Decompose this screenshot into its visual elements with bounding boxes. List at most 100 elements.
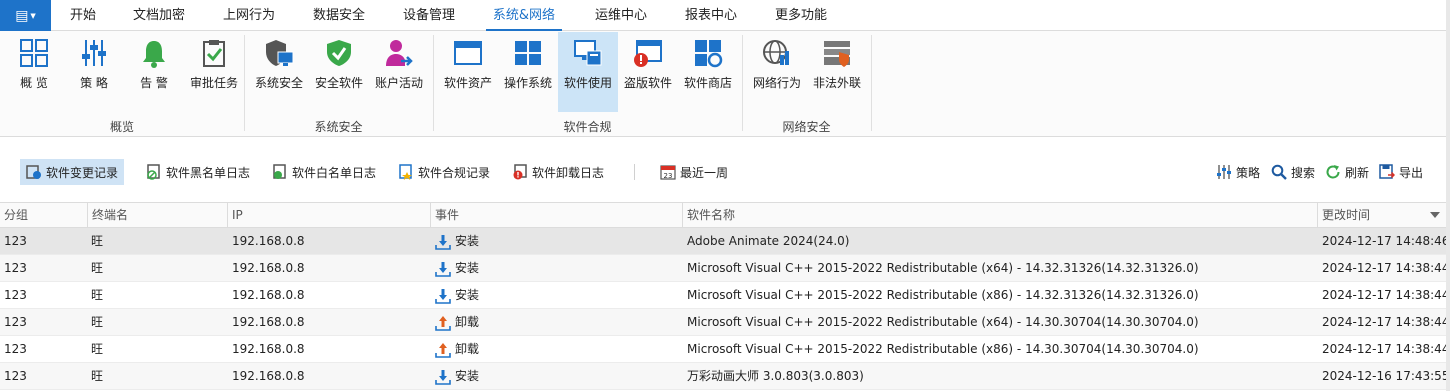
sub-toolbar: 软件变更记录 软件黑名单日志 软件白名单日志 软件合规记录 软件卸载日志 23 … <box>0 154 1450 190</box>
table-row[interactable]: 123 旺 192.168.0.8 安装 Adobe Animate 2024(24.0… <box>0 228 1450 255</box>
cell-event: 安装 <box>435 363 675 390</box>
cell-ip: 192.168.0.8 <box>232 342 305 356</box>
column-header-time-label: 更改时间 <box>1322 208 1371 222</box>
cell-group: 123 <box>4 315 27 329</box>
cell-group: 123 <box>4 261 27 275</box>
ribbon-label: 安全软件 <box>314 76 363 90</box>
whitelist-icon <box>273 164 286 179</box>
search-icon <box>1271 164 1287 180</box>
app-menu-button[interactable]: ▤ ▼ <box>0 0 51 31</box>
blacklist-icon <box>147 164 160 180</box>
ribbon-approval[interactable]: 审批任务 <box>184 32 244 112</box>
cell-time: 2024-12-16 17:43:55 <box>1322 369 1446 383</box>
cell-terminal: 旺 <box>91 261 104 275</box>
ribbon-illegal-outreach[interactable]: 非法外联 <box>807 32 867 112</box>
menu-tab-system-network[interactable]: 系统&网络 <box>486 0 562 31</box>
event-label: 安装 <box>455 234 480 248</box>
ribbon-separator <box>742 35 743 131</box>
ribbon-label: 审批任务 <box>189 76 238 90</box>
toolbar-separator <box>634 164 635 180</box>
table-row[interactable]: 123 旺 192.168.0.8 安装 万彩动画大师 3.0.803(3.0.803)… <box>0 363 1450 390</box>
cell-time: 2024-12-17 14:38:44 <box>1322 342 1446 356</box>
table-row[interactable]: 123 旺 192.168.0.8 安装 Microsoft Visual C++ 20… <box>0 282 1450 309</box>
table-row[interactable]: 123 旺 192.168.0.8 卸载 Microsoft Visual C++ 20… <box>0 309 1450 336</box>
table-row[interactable]: 123 旺 192.168.0.8 安装 Microsoft Visual C++ 20… <box>0 255 1450 282</box>
menu-tab-doc-encrypt[interactable]: 文档加密 <box>128 0 190 31</box>
grid-icon <box>20 39 48 67</box>
cell-terminal: 旺 <box>91 369 104 383</box>
menu-tab-device-mgmt[interactable]: 设备管理 <box>398 0 460 31</box>
column-header-software[interactable]: 软件名称 <box>682 203 1317 228</box>
ribbon-label: 概 览 <box>20 76 48 90</box>
store-icon <box>695 40 723 68</box>
cell-software: Microsoft Visual C++ 2015-2022 Redistrib… <box>687 342 1199 356</box>
ribbon-group-software-compliance: 软件合规 <box>563 120 612 134</box>
clipboard-check-icon <box>203 40 225 67</box>
event-label: 安装 <box>455 288 480 302</box>
sort-desc-icon[interactable] <box>1430 212 1440 218</box>
policy-label: 策略 <box>1236 165 1261 180</box>
tab-software-whitelist-log[interactable]: 软件白名单日志 <box>266 159 382 185</box>
ribbon-label: 软件使用 <box>563 76 612 90</box>
column-header-ip[interactable]: IP <box>227 203 430 228</box>
tab-software-compliance-record[interactable]: 软件合规记录 <box>392 159 496 185</box>
search-label: 搜索 <box>1291 165 1316 180</box>
ribbon-system-security[interactable]: 系统安全 <box>249 32 309 112</box>
ribbon-software-assets[interactable]: 软件资产 <box>438 32 498 112</box>
search-button[interactable]: 搜索 <box>1265 159 1321 185</box>
firewall-icon <box>824 41 850 67</box>
cell-time: 2024-12-17 14:38:44 <box>1322 261 1446 275</box>
ribbon-pirated-software[interactable]: 盗版软件 <box>618 32 678 112</box>
cell-terminal: 旺 <box>91 234 104 248</box>
ribbon-label: 非法外联 <box>812 76 861 90</box>
sliders-icon <box>82 40 106 66</box>
ribbon-overview[interactable]: 概 览 <box>4 32 64 112</box>
ribbon-network-behavior[interactable]: 网络行为 <box>747 32 807 112</box>
shield-monitor-icon <box>266 40 294 66</box>
tab-label: 软件变更记录 <box>46 165 119 180</box>
menu-tab-report-center[interactable]: 报表中心 <box>680 0 742 31</box>
cell-event: 卸载 <box>435 309 675 336</box>
column-header-terminal[interactable]: 终端名 <box>87 203 227 228</box>
ribbon-label: 操作系统 <box>503 76 552 90</box>
menu-tab-data-security[interactable]: 数据安全 <box>308 0 370 31</box>
uninstall-log-icon <box>513 164 527 180</box>
compliance-icon <box>399 164 412 180</box>
menu-tab-more[interactable]: 更多功能 <box>770 0 832 31</box>
export-button[interactable]: 导出 <box>1373 159 1429 185</box>
cell-terminal: 旺 <box>91 342 104 356</box>
menu-tab-start[interactable]: 开始 <box>62 0 104 31</box>
column-header-time[interactable]: 更改时间 <box>1317 203 1446 228</box>
ribbon-label: 策 略 <box>80 76 108 90</box>
scrollbar[interactable] <box>1446 0 1450 391</box>
policy-button[interactable]: 策略 <box>1210 159 1266 185</box>
tab-software-uninstall-log[interactable]: 软件卸载日志 <box>506 159 610 185</box>
ribbon-security-software[interactable]: 安全软件 <box>309 32 369 112</box>
ribbon-software-store[interactable]: 软件商店 <box>678 32 738 112</box>
cell-event: 安装 <box>435 228 675 255</box>
software-change-table: 分组 终端名 IP 事件 软件名称 更改时间 123 旺 192.168.0.8 安装… <box>0 202 1450 391</box>
refresh-button[interactable]: 刷新 <box>1319 159 1375 185</box>
ribbon-policy[interactable]: 策 略 <box>64 32 124 112</box>
cell-software: Adobe Animate 2024(24.0) <box>687 234 850 248</box>
table-row[interactable]: 123 旺 192.168.0.8 卸载 Microsoft Visual C++ 20… <box>0 336 1450 363</box>
window-alert-icon <box>634 40 662 67</box>
ribbon-software-usage[interactable]: 软件使用 <box>558 32 618 112</box>
export-icon <box>1379 164 1395 179</box>
tab-software-blacklist-log[interactable]: 软件黑名单日志 <box>140 159 256 185</box>
column-header-event[interactable]: 事件 <box>430 203 682 228</box>
ribbon-label: 软件商店 <box>683 76 732 90</box>
ribbon-operating-system[interactable]: 操作系统 <box>498 32 558 112</box>
menu-tab-web-behavior[interactable]: 上网行为 <box>218 0 280 31</box>
ribbon-alert[interactable]: 告 警 <box>124 32 184 112</box>
table-header: 分组 终端名 IP 事件 软件名称 更改时间 <box>0 202 1450 228</box>
change-log-icon <box>26 165 41 179</box>
menu-tab-ops-center[interactable]: 运维中心 <box>590 0 652 31</box>
cell-group: 123 <box>4 369 27 383</box>
monitor-app-icon <box>574 40 602 66</box>
ribbon-account-activity[interactable]: 账户活动 <box>369 32 429 112</box>
date-filter-button[interactable]: 23 最近一周 <box>654 159 734 185</box>
tab-software-change-log[interactable]: 软件变更记录 <box>20 159 125 185</box>
column-header-group[interactable]: 分组 <box>0 203 87 228</box>
uninstall-arrow-icon <box>435 315 451 331</box>
